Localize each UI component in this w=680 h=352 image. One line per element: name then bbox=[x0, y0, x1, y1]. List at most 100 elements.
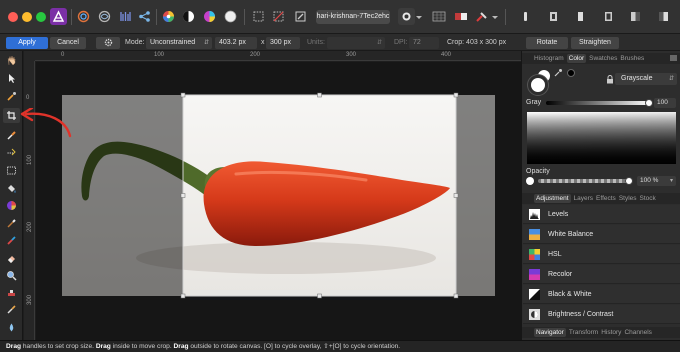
hide-panels-icon[interactable] bbox=[600, 8, 617, 25]
units-select[interactable]: ⇵ bbox=[327, 36, 385, 49]
document-canvas[interactable] bbox=[36, 62, 521, 340]
flood-select-tool-icon[interactable] bbox=[3, 145, 20, 160]
ruler-tick-label: 200 bbox=[27, 221, 34, 233]
adjustment-hsl[interactable]: HSL bbox=[523, 245, 680, 264]
crop-height-value: 300 px bbox=[270, 38, 292, 46]
move-tool-icon[interactable] bbox=[3, 71, 20, 86]
studio-link-icon[interactable] bbox=[572, 8, 589, 25]
brightness-contrast-icon bbox=[529, 308, 540, 320]
tab-transform[interactable]: Transform bbox=[569, 329, 598, 336]
color-replacement-tool-icon[interactable] bbox=[3, 233, 20, 248]
black-swatch-icon[interactable] bbox=[567, 69, 575, 77]
gray-value-field[interactable]: 100 bbox=[654, 98, 676, 108]
healing-brush-tool-icon[interactable] bbox=[3, 302, 20, 317]
color-swatches[interactable] bbox=[527, 68, 557, 96]
view-mode-dropdown-icon[interactable] bbox=[414, 8, 424, 25]
view-mode-icon[interactable] bbox=[398, 8, 415, 25]
panel-menu-icon[interactable] bbox=[669, 54, 678, 62]
adjustment-recolor[interactable]: Recolor bbox=[523, 265, 680, 284]
gray-slider[interactable] bbox=[546, 99, 653, 107]
zoom-tool-icon[interactable] bbox=[3, 268, 20, 283]
affinity-photo-logo-icon[interactable] bbox=[50, 8, 67, 25]
vertical-ruler[interactable]: 0 100 200 300 bbox=[24, 61, 35, 340]
split-view-icon[interactable] bbox=[452, 8, 469, 25]
view-tool-icon[interactable] bbox=[3, 53, 20, 68]
color-picker-tool-icon[interactable] bbox=[3, 89, 20, 104]
blur-brush-tool-icon[interactable] bbox=[3, 320, 20, 335]
minimize-window-button[interactable] bbox=[22, 12, 32, 22]
arrange-icon[interactable] bbox=[517, 8, 534, 25]
personas-toggle-icon[interactable] bbox=[545, 8, 562, 25]
clone-brush-tool-icon[interactable] bbox=[3, 285, 20, 300]
crop-width-field[interactable]: 403.2 px bbox=[215, 36, 257, 49]
close-window-button[interactable] bbox=[8, 12, 18, 22]
ruler-corner bbox=[24, 51, 35, 61]
studio-panel-icon[interactable] bbox=[655, 8, 672, 25]
snapping-grid-icon[interactable] bbox=[430, 8, 447, 25]
horizontal-ruler[interactable]: 0 100 200 300 400 bbox=[35, 51, 521, 61]
opacity-reset-icon[interactable] bbox=[526, 177, 534, 185]
assistant-dropdown-icon[interactable] bbox=[490, 8, 500, 25]
context-toolbar: Apply Cancel Mode: Unconstrained ⇵ 403.2… bbox=[0, 34, 680, 51]
quick-mask-icon[interactable] bbox=[292, 8, 309, 25]
adjustment-white-balance[interactable]: White Balance bbox=[523, 225, 680, 244]
adjustment-levels[interactable]: Levels bbox=[523, 205, 680, 224]
assistant-icon[interactable] bbox=[473, 8, 490, 25]
straighten-button[interactable]: Straighten bbox=[571, 36, 619, 49]
tab-stock[interactable]: Stock bbox=[640, 195, 656, 202]
color-model-select[interactable]: Grayscale ⇵ bbox=[615, 73, 677, 85]
auto-colors-icon[interactable] bbox=[201, 8, 218, 25]
liquify-persona-icon[interactable] bbox=[96, 8, 113, 25]
gray-label: Gray bbox=[526, 99, 542, 106]
gradient-tool-icon[interactable] bbox=[3, 198, 20, 213]
deselect-icon[interactable] bbox=[270, 8, 287, 25]
adjustment-brightness-contrast[interactable]: Brightness / Contrast bbox=[523, 305, 680, 324]
gray-spectrum[interactable] bbox=[527, 112, 676, 164]
mode-label: Mode: bbox=[125, 39, 145, 46]
panel-layout-icon[interactable] bbox=[627, 8, 644, 25]
gray-slider-handle[interactable] bbox=[645, 99, 653, 107]
adjustment-black-and-white[interactable]: Black & White bbox=[523, 285, 680, 304]
auto-contrast-icon[interactable] bbox=[180, 8, 197, 25]
maximize-window-button[interactable] bbox=[36, 12, 46, 22]
document-tab[interactable]: hari-krishnan-7Tec2ehc bbox=[316, 10, 390, 24]
auto-white-balance-icon[interactable] bbox=[222, 8, 239, 25]
fill-tool-icon[interactable] bbox=[3, 181, 20, 196]
develop-persona-icon[interactable] bbox=[75, 8, 92, 25]
color-wheel-icon[interactable] bbox=[160, 8, 177, 25]
primary-color-swatch[interactable] bbox=[528, 75, 548, 95]
rotate-button[interactable]: Rotate bbox=[526, 36, 568, 49]
apply-button[interactable]: Apply bbox=[6, 36, 48, 49]
tone-mapping-persona-icon[interactable] bbox=[117, 8, 134, 25]
tab-swatches[interactable]: Swatches bbox=[589, 55, 617, 62]
lock-icon[interactable] bbox=[606, 75, 614, 84]
status-bar: Drag handles to set crop size. Drag insi… bbox=[0, 340, 680, 352]
tab-styles[interactable]: Styles bbox=[619, 195, 637, 202]
adjustment-label: Black & White bbox=[548, 290, 592, 298]
tab-histogram[interactable]: Histogram bbox=[534, 55, 564, 62]
paint-brush-tool-icon[interactable] bbox=[3, 216, 20, 231]
ruler-tick-label: 0 bbox=[26, 95, 30, 101]
tab-brushes[interactable]: Brushes bbox=[620, 55, 644, 62]
tab-effects[interactable]: Effects bbox=[596, 195, 616, 202]
crop-settings-button[interactable] bbox=[96, 36, 120, 49]
tab-history[interactable]: History bbox=[601, 329, 621, 336]
opacity-value-field[interactable]: 100 % ▾ bbox=[637, 176, 676, 186]
mode-select[interactable]: Unconstrained ⇵ bbox=[146, 36, 212, 49]
dpi-field[interactable]: 72 bbox=[409, 36, 439, 49]
opacity-slider[interactable] bbox=[538, 177, 633, 185]
tab-channels[interactable]: Channels bbox=[624, 329, 651, 336]
studio-panel: Histogram Color Swatches Brushes Graysca… bbox=[521, 51, 680, 340]
marquee-selection-icon[interactable] bbox=[250, 8, 267, 25]
opacity-slider-handle[interactable] bbox=[625, 177, 633, 185]
tab-color[interactable]: Color bbox=[566, 54, 587, 63]
cancel-button[interactable]: Cancel bbox=[50, 36, 86, 49]
tab-navigator[interactable]: Navigator bbox=[534, 328, 566, 337]
share-icon[interactable] bbox=[136, 8, 153, 25]
tab-layers[interactable]: Layers bbox=[574, 195, 594, 202]
crop-height-field[interactable]: 300 px bbox=[266, 36, 300, 49]
eyedropper-icon[interactable] bbox=[554, 68, 563, 77]
erase-brush-tool-icon[interactable] bbox=[3, 251, 20, 266]
tab-adjustment[interactable]: Adjustment bbox=[534, 194, 571, 203]
marquee-tool-icon[interactable] bbox=[3, 163, 20, 178]
